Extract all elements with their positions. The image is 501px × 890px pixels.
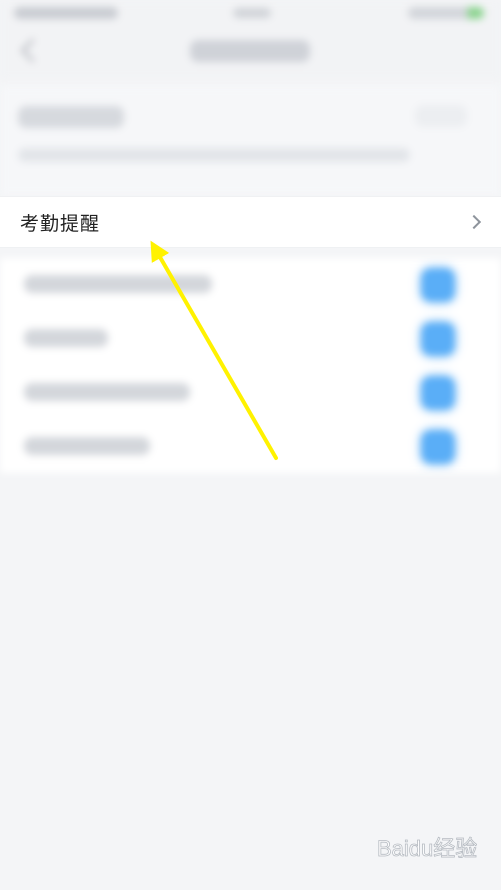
toggle-switch[interactable]	[421, 430, 455, 464]
top-setting-note-blur	[18, 148, 410, 162]
navigation-bar	[0, 28, 501, 80]
top-setting-value-blur	[415, 105, 467, 127]
toggle-switch[interactable]	[421, 376, 455, 410]
screen: 考勤提醒 Baidu经验	[0, 0, 501, 890]
status-bar	[0, 0, 501, 28]
status-bar-right-blur	[408, 7, 484, 19]
switch-row-label-blur	[24, 383, 190, 401]
switch-row-label-blur	[24, 329, 108, 347]
toggle-switch[interactable]	[421, 322, 455, 356]
top-settings-card	[0, 86, 501, 196]
switch-row[interactable]	[0, 312, 501, 364]
attendance-reminder-row[interactable]: 考勤提醒	[0, 196, 501, 248]
attendance-reminder-label: 考勤提醒	[20, 212, 101, 235]
status-bar-left-blur	[14, 7, 118, 19]
switch-row[interactable]	[0, 420, 501, 472]
baidu-watermark: Baidu经验	[377, 836, 477, 862]
switch-settings-card	[0, 258, 501, 473]
navigation-title-blur	[190, 40, 310, 62]
switch-row-label-blur	[24, 437, 150, 455]
watermark-text: Baidu经验	[377, 836, 477, 861]
toggle-switch[interactable]	[421, 268, 455, 302]
switch-row-label-blur	[24, 275, 212, 293]
switch-row[interactable]	[0, 366, 501, 418]
chevron-right-icon	[466, 214, 482, 230]
status-bar-center-blur	[233, 8, 271, 18]
switch-row[interactable]	[0, 258, 501, 310]
top-setting-label-blur	[18, 106, 124, 128]
back-arrow-icon[interactable]	[20, 38, 45, 63]
